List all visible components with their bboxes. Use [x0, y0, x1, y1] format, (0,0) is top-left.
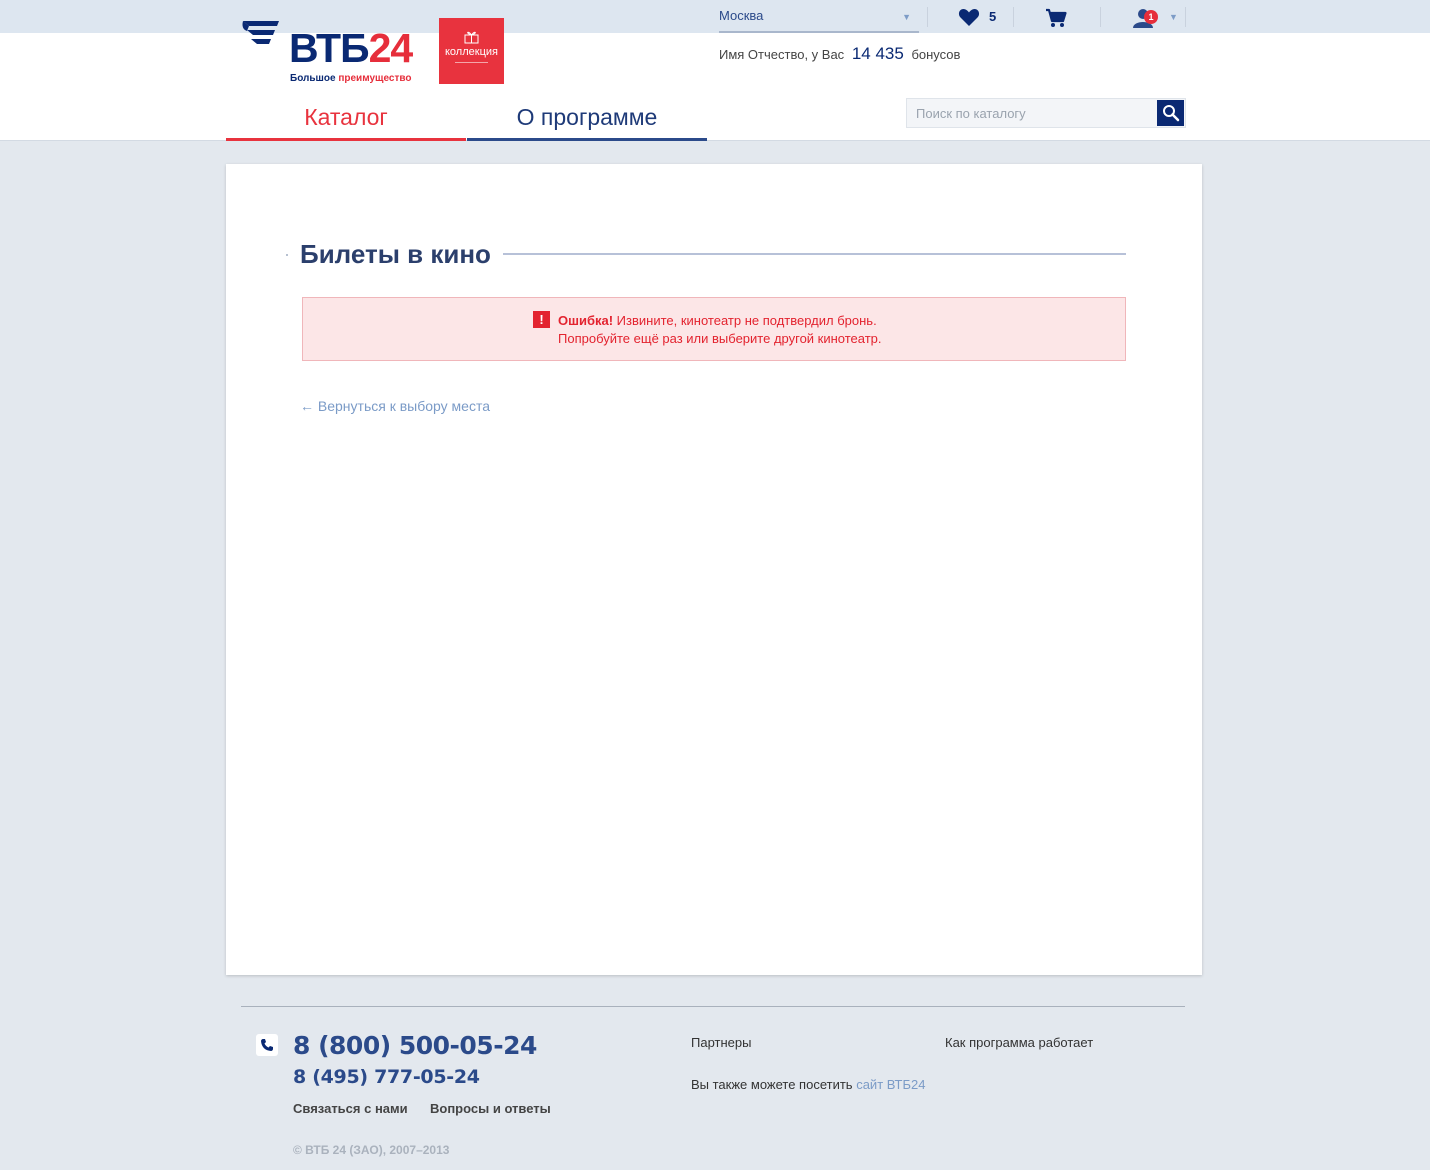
collection-label: коллекция	[445, 46, 498, 58]
chevron-down-icon: ▼	[902, 12, 911, 22]
error-label: Ошибка!	[558, 313, 614, 328]
notification-badge: 1	[1144, 10, 1158, 24]
tab-catalog[interactable]: Каталог	[226, 100, 466, 141]
divider	[1100, 7, 1101, 27]
back-to-seat-link[interactable]: ← Вернуться к выбору места	[300, 398, 490, 414]
search-input[interactable]	[907, 99, 1157, 127]
error-message: Ошибка! Извините, кинотеатр не подтверди…	[558, 312, 882, 348]
bonus-prefix: Имя Отчество, у Вас	[719, 47, 845, 62]
vtb24-site-link[interactable]: сайт ВТБ24	[856, 1077, 925, 1092]
copyright: © ВТБ 24 (ЗАО), 2007–2013	[293, 1143, 450, 1157]
wing-logo-icon	[242, 21, 279, 44]
gift-icon	[464, 31, 479, 44]
contact-us-link[interactable]: Связаться с нами	[293, 1101, 408, 1116]
error-line-2: Попробуйте ещё раз или выберите другой к…	[558, 331, 882, 346]
tab-about[interactable]: О программе	[467, 100, 707, 141]
bonus-suffix: бонусов	[911, 47, 961, 62]
content-card: Билеты в кино ! Ошибка! Извините, киноте…	[226, 164, 1202, 975]
how-it-works-link[interactable]: Как программа работает	[945, 1035, 1093, 1050]
visit-prefix: Вы также можете посетить	[691, 1077, 853, 1092]
favorites-count[interactable]: 5	[989, 9, 996, 24]
chevron-down-icon[interactable]: ▼	[1169, 12, 1178, 22]
brand-name: ВТБ24	[289, 25, 413, 71]
page-title: Билеты в кино	[300, 239, 491, 269]
heart-icon[interactable]	[958, 8, 980, 27]
visit-text: Вы также можете посетить сайт ВТБ24	[691, 1077, 926, 1092]
collection-divider	[455, 62, 488, 63]
city-value: Москва	[719, 8, 764, 23]
search-box	[906, 98, 1186, 128]
title-rule	[503, 253, 1126, 255]
phone-icon	[256, 1034, 278, 1056]
error-line-1: Извините, кинотеатр не подтвердил бронь.	[616, 313, 877, 328]
error-icon: !	[533, 311, 550, 328]
brand-slogan: Большое преимущество	[290, 73, 412, 84]
faq-link[interactable]: Вопросы и ответы	[430, 1101, 551, 1116]
header	[0, 33, 1430, 141]
phone-secondary[interactable]: 8 (495) 777-05-24	[293, 1066, 480, 1088]
city-select[interactable]: Москва ▼	[719, 8, 919, 33]
partners-link[interactable]: Партнеры	[691, 1035, 751, 1050]
cart-icon[interactable]	[1045, 8, 1067, 28]
title-dot	[286, 254, 288, 256]
divider	[1013, 7, 1014, 27]
divider	[1185, 7, 1186, 27]
error-alert: ! Ошибка! Извините, кинотеатр не подтвер…	[302, 297, 1126, 361]
collection-badge[interactable]: коллекция	[439, 18, 504, 84]
phone-primary[interactable]: 8 (800) 500-05-24	[293, 1031, 537, 1060]
top-strip	[0, 0, 1430, 33]
search-button[interactable]	[1157, 100, 1184, 126]
search-icon	[1163, 105, 1180, 122]
footer-divider	[241, 1006, 1185, 1007]
divider	[927, 7, 928, 27]
bonus-amount: 14 435	[851, 44, 904, 63]
bonus-info: Имя Отчество, у Вас 14 435 бонусов	[719, 44, 960, 64]
vtb24-logo[interactable]: ВТБ24 Большое преимущество	[241, 17, 421, 87]
